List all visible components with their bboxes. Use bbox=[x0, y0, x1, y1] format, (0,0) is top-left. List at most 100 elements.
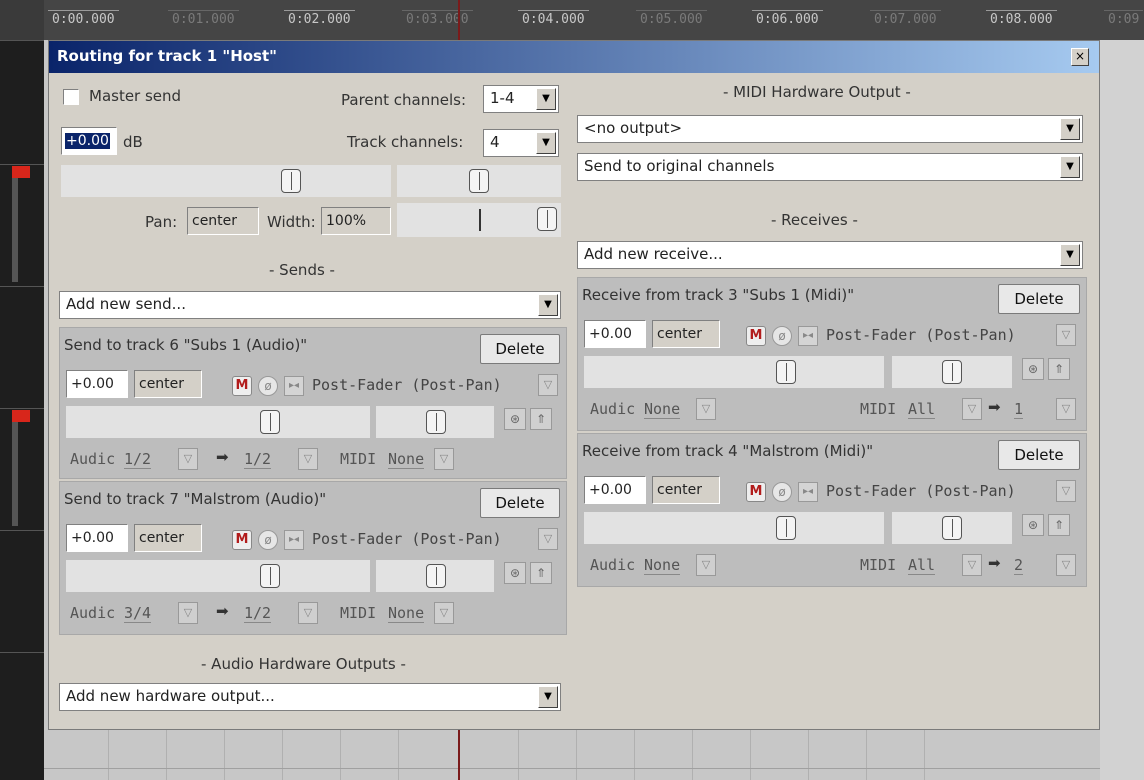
send-volume-field[interactable]: +0.00 bbox=[66, 524, 128, 552]
chevron-down-icon[interactable]: ▽ bbox=[298, 448, 318, 470]
chevron-down-icon[interactable]: ▽ bbox=[298, 602, 318, 624]
chevron-down-icon[interactable]: ▽ bbox=[962, 554, 982, 576]
audio-select[interactable]: None bbox=[644, 556, 681, 575]
receive-volume-slider[interactable] bbox=[584, 356, 884, 388]
midi-dest-select[interactable]: 1 bbox=[1014, 400, 1024, 419]
width-slider-thumb[interactable] bbox=[537, 207, 557, 231]
send-pan-field[interactable]: center bbox=[134, 524, 202, 552]
volume-slider-thumb[interactable] bbox=[776, 516, 796, 540]
receive-mode-select[interactable]: Post-Fader (Post-Pan) bbox=[826, 482, 1016, 500]
midi-source-select[interactable]: All bbox=[908, 400, 936, 419]
width-slider[interactable] bbox=[397, 203, 561, 237]
delete-receive-button[interactable]: Delete bbox=[998, 284, 1080, 314]
send-pan-slider[interactable] bbox=[376, 406, 494, 438]
master-volume-field[interactable]: +0.00 bbox=[61, 127, 117, 155]
receive-volume-slider[interactable] bbox=[584, 512, 884, 544]
chevron-down-icon[interactable]: ▽ bbox=[696, 398, 716, 420]
envelope-icon[interactable]: ⇑ bbox=[1048, 358, 1070, 380]
chevron-down-icon[interactable]: ▽ bbox=[1056, 324, 1076, 346]
envelope-icon[interactable]: ⇑ bbox=[530, 562, 552, 584]
midi-source-select[interactable]: All bbox=[908, 556, 936, 575]
delete-send-button[interactable]: Delete bbox=[480, 334, 560, 364]
chevron-down-icon[interactable]: ▽ bbox=[538, 528, 558, 550]
mute-button[interactable]: M bbox=[232, 376, 252, 396]
close-button[interactable]: × bbox=[1071, 48, 1089, 66]
mute-button[interactable]: M bbox=[746, 482, 766, 502]
parent-channels-select[interactable]: 1-4 ▼ bbox=[483, 85, 559, 113]
mono-button[interactable]: ▸◂ bbox=[284, 530, 304, 550]
track-channels-select[interactable]: 4 ▼ bbox=[483, 129, 559, 157]
dialog-titlebar[interactable]: Routing for track 1 "Host" × bbox=[49, 41, 1099, 73]
send-volume-slider[interactable] bbox=[66, 406, 370, 438]
receive-volume-field[interactable]: +0.00 bbox=[584, 476, 646, 504]
pan-slider-thumb[interactable] bbox=[426, 564, 446, 588]
send-pan-field[interactable]: center bbox=[134, 370, 202, 398]
receive-pan-field[interactable]: center bbox=[652, 476, 720, 504]
midi-select[interactable]: None bbox=[388, 604, 425, 623]
midi-channel-mode-select[interactable]: Send to original channels ▼ bbox=[577, 153, 1083, 181]
pan-slider-thumb[interactable] bbox=[942, 516, 962, 540]
add-send-select[interactable]: Add new send... ▼ bbox=[59, 291, 561, 319]
delete-send-button[interactable]: Delete bbox=[480, 488, 560, 518]
volume-slider-thumb[interactable] bbox=[776, 360, 796, 384]
receive-pan-slider[interactable] bbox=[892, 356, 1012, 388]
pan-slider-thumb[interactable] bbox=[426, 410, 446, 434]
fx-icon[interactable]: ⊛ bbox=[504, 562, 526, 584]
phase-invert-button[interactable]: ø bbox=[772, 326, 792, 346]
chevron-down-icon[interactable]: ▽ bbox=[178, 448, 198, 470]
fx-icon[interactable]: ⊛ bbox=[504, 408, 526, 430]
receive-mode-select[interactable]: Post-Fader (Post-Pan) bbox=[826, 326, 1016, 344]
pan-field[interactable]: center bbox=[187, 207, 259, 235]
delete-receive-button[interactable]: Delete bbox=[998, 440, 1080, 470]
phase-invert-button[interactable]: ø bbox=[772, 482, 792, 502]
envelope-icon[interactable]: ⇑ bbox=[1048, 514, 1070, 536]
master-send-checkbox[interactable] bbox=[63, 89, 79, 105]
chevron-down-icon[interactable]: ▽ bbox=[1056, 398, 1076, 420]
audio-source-select[interactable]: 3/4 bbox=[124, 604, 152, 623]
send-volume-field[interactable]: +0.00 bbox=[66, 370, 128, 398]
midi-dest-select[interactable]: 2 bbox=[1014, 556, 1024, 575]
send-pan-slider[interactable] bbox=[376, 560, 494, 592]
chevron-down-icon[interactable]: ▽ bbox=[434, 602, 454, 624]
chevron-down-icon[interactable]: ▽ bbox=[1056, 480, 1076, 502]
chevron-down-icon[interactable]: ▽ bbox=[434, 448, 454, 470]
mono-button[interactable]: ▸◂ bbox=[798, 482, 818, 502]
add-hw-output-select[interactable]: Add new hardware output... ▼ bbox=[59, 683, 561, 711]
master-volume-slider[interactable] bbox=[61, 165, 391, 197]
send-mode-select[interactable]: Post-Fader (Post-Pan) bbox=[312, 376, 502, 394]
mono-button[interactable]: ▸◂ bbox=[798, 326, 818, 346]
chevron-down-icon[interactable]: ▽ bbox=[178, 602, 198, 624]
chevron-down-icon[interactable]: ▽ bbox=[962, 398, 982, 420]
pan-slider-thumb[interactable] bbox=[469, 169, 489, 193]
mute-button[interactable]: M bbox=[746, 326, 766, 346]
audio-source-select[interactable]: 1/2 bbox=[124, 450, 152, 469]
pan-slider-thumb[interactable] bbox=[942, 360, 962, 384]
mono-button[interactable]: ▸◂ bbox=[284, 376, 304, 396]
audio-dest-select[interactable]: 1/2 bbox=[244, 604, 272, 623]
receive-pan-slider[interactable] bbox=[892, 512, 1012, 544]
volume-slider-thumb[interactable] bbox=[281, 169, 301, 193]
volume-slider-thumb[interactable] bbox=[260, 410, 280, 434]
chevron-down-icon[interactable]: ▽ bbox=[1056, 554, 1076, 576]
receive-volume-field[interactable]: +0.00 bbox=[584, 320, 646, 348]
midi-output-select[interactable]: <no output> ▼ bbox=[577, 115, 1083, 143]
fx-icon[interactable]: ⊛ bbox=[1022, 514, 1044, 536]
phase-invert-button[interactable]: ø bbox=[258, 376, 278, 396]
master-pan-slider[interactable] bbox=[397, 165, 561, 197]
send-volume-slider[interactable] bbox=[66, 560, 370, 592]
send-mode-select[interactable]: Post-Fader (Post-Pan) bbox=[312, 530, 502, 548]
volume-slider-thumb[interactable] bbox=[260, 564, 280, 588]
width-field[interactable]: 100% bbox=[321, 207, 391, 235]
receive-pan-field[interactable]: center bbox=[652, 320, 720, 348]
timeline-ruler[interactable]: 0:00.000 0:01.000 0:02.000 0:03.000 0:04… bbox=[0, 0, 1144, 40]
chevron-down-icon[interactable]: ▽ bbox=[538, 374, 558, 396]
mute-button[interactable]: M bbox=[232, 530, 252, 550]
audio-dest-select[interactable]: 1/2 bbox=[244, 450, 272, 469]
chevron-down-icon[interactable]: ▽ bbox=[696, 554, 716, 576]
add-receive-select[interactable]: Add new receive... ▼ bbox=[577, 241, 1083, 269]
phase-invert-button[interactable]: ø bbox=[258, 530, 278, 550]
fx-icon[interactable]: ⊛ bbox=[1022, 358, 1044, 380]
envelope-icon[interactable]: ⇑ bbox=[530, 408, 552, 430]
midi-select[interactable]: None bbox=[388, 450, 425, 469]
audio-select[interactable]: None bbox=[644, 400, 681, 419]
